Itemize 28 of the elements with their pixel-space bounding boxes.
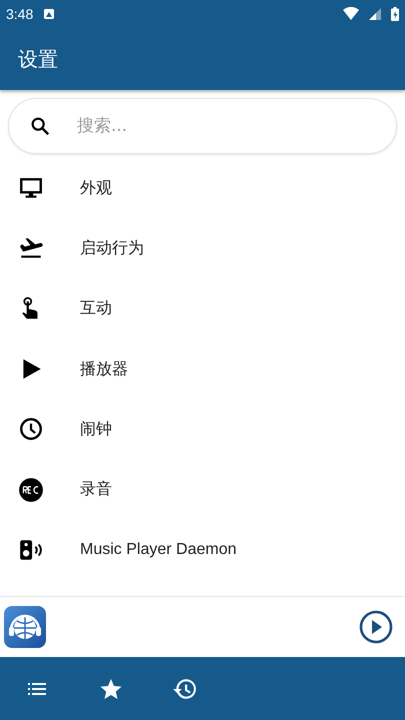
settings-item-label: 录音 (80, 479, 112, 500)
status-time: 3:48 (6, 6, 34, 22)
signal-icon (369, 8, 381, 20)
settings-item[interactable]: 闹钟 (0, 399, 405, 460)
settings-item[interactable]: 启动行为 (0, 218, 405, 279)
settings-item-label: 闹钟 (80, 418, 112, 440)
settings-item[interactable]: 外观 (0, 158, 405, 218)
settings-item-label: 启动行为 (80, 238, 144, 259)
record-icon (18, 476, 44, 503)
settings-item[interactable]: 播放器 (0, 338, 405, 400)
play-button[interactable] (359, 610, 393, 644)
app-bar-title: 设置 (18, 46, 58, 72)
settings-item-label: 外观 (80, 178, 112, 199)
notification-icon (43, 8, 56, 20)
star-icon (99, 676, 123, 700)
settings-item-label: Music Player Daemon (80, 540, 236, 559)
settings-item[interactable]: Music Player Daemon (0, 520, 405, 580)
app-logo-icon (4, 606, 46, 648)
settings-item[interactable]: 互动 (0, 278, 405, 339)
search-field[interactable]: 搜索... (75, 115, 376, 137)
search-icon (29, 115, 51, 137)
wifi-icon (343, 7, 359, 21)
battery-icon (391, 7, 399, 21)
settings-item[interactable]: 录音 (0, 459, 405, 520)
settings-item-label: 播放器 (80, 358, 128, 380)
search-bar[interactable]: 搜索... (8, 98, 397, 154)
clock-icon (18, 416, 44, 442)
settings-item-label: 互动 (80, 298, 112, 320)
